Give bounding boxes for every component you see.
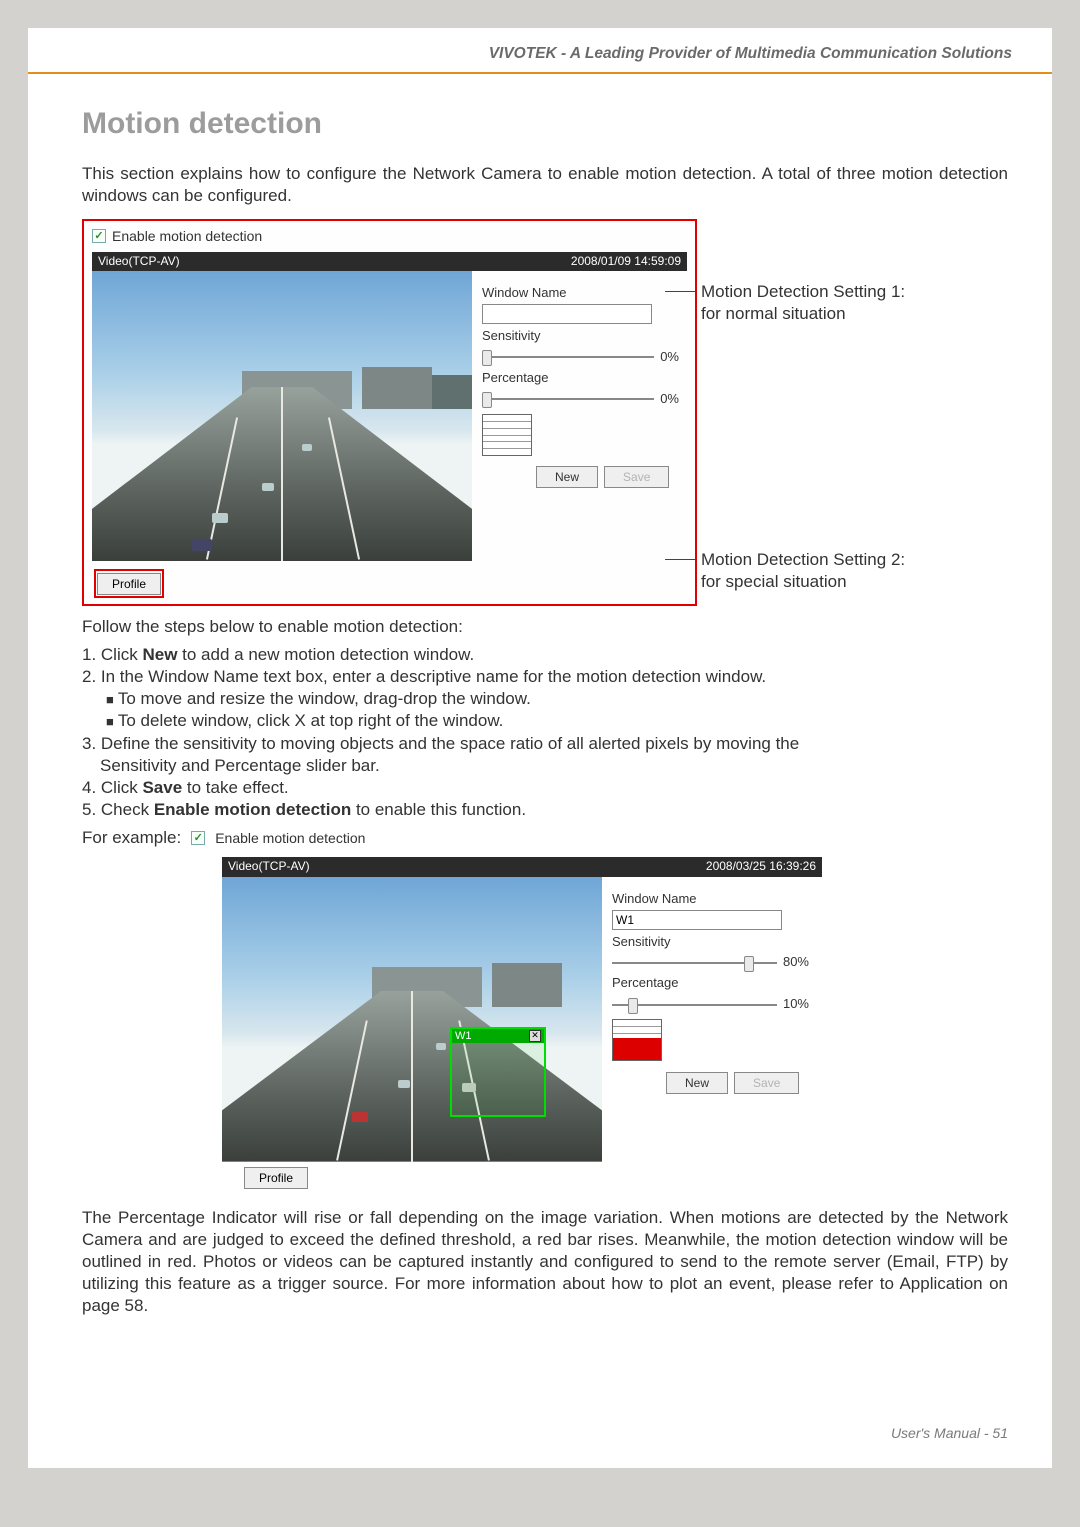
sensitivity-slider[interactable] xyxy=(482,356,654,358)
percentage-indicator-2 xyxy=(612,1019,662,1061)
sensitivity-slider-2[interactable] xyxy=(612,962,777,964)
motion-detection-panel-2: Video(TCP-AV) 2008/03/25 16:39:26 xyxy=(222,857,822,1195)
percentage-value-2: 10% xyxy=(783,996,809,1013)
explanation-paragraph: The Percentage Indicator will rise or fa… xyxy=(82,1207,1008,1317)
step-4: 4. Click Save to take effect. xyxy=(82,777,1008,799)
example-checkbox-label: Enable motion detection xyxy=(215,829,365,847)
sensitivity-label: Sensitivity xyxy=(482,328,679,345)
example-checkbox-icon: ✓ xyxy=(191,831,205,845)
motion-detection-panel-1: ✓ Enable motion detection Video(TCP-AV) … xyxy=(82,219,697,606)
step-3: 3. Define the sensitivity to moving obje… xyxy=(82,733,1008,777)
profile-button[interactable]: Profile xyxy=(97,573,161,595)
intro-paragraph: This section explains how to configure t… xyxy=(82,163,1008,207)
for-example-label: For example: xyxy=(82,827,181,849)
page-footer: User's Manual - 51 xyxy=(891,1424,1008,1442)
step-2: 2. In the Window Name text box, enter a … xyxy=(82,666,1008,688)
md-window[interactable]: W1 ✕ xyxy=(450,1027,546,1117)
video-timestamp-2: 2008/03/25 16:39:26 xyxy=(706,859,816,875)
window-name-label-2: Window Name xyxy=(612,891,809,908)
window-name-label: Window Name xyxy=(482,285,679,302)
video-preview-2[interactable]: W1 ✕ xyxy=(222,877,602,1162)
video-source-label: Video(TCP-AV) xyxy=(98,254,180,270)
window-name-input-2[interactable] xyxy=(612,910,782,930)
enable-md-label: Enable motion detection xyxy=(112,227,262,245)
percentage-label: Percentage xyxy=(482,370,679,387)
step-2b: ■To delete window, click X at top right … xyxy=(106,710,1008,732)
video-title-bar-2: Video(TCP-AV) 2008/03/25 16:39:26 xyxy=(222,857,822,877)
sensitivity-value: 0% xyxy=(660,349,679,366)
percentage-slider-2[interactable] xyxy=(612,1004,777,1006)
video-timestamp: 2008/01/09 14:59:09 xyxy=(571,254,681,270)
sensitivity-value-2: 80% xyxy=(783,954,809,971)
new-button-2[interactable]: New xyxy=(666,1072,728,1094)
percentage-indicator xyxy=(482,414,532,456)
percentage-label-2: Percentage xyxy=(612,975,809,992)
step-1: 1. Click New to add a new motion detecti… xyxy=(82,644,1008,666)
video-title-bar: Video(TCP-AV) 2008/01/09 14:59:09 xyxy=(92,252,687,272)
save-button-2[interactable]: Save xyxy=(734,1072,799,1094)
page-header: VIVOTEK - A Leading Provider of Multimed… xyxy=(28,28,1052,74)
md-window-title: W1 xyxy=(455,1029,472,1043)
red-bar-icon xyxy=(613,1038,661,1060)
profile-button-2[interactable]: Profile xyxy=(244,1167,308,1189)
close-icon[interactable]: ✕ xyxy=(529,1030,541,1042)
step-2a: ■To move and resize the window, drag-dro… xyxy=(106,688,1008,710)
window-name-input[interactable] xyxy=(482,304,652,324)
steps-intro: Follow the steps below to enable motion … xyxy=(82,616,1008,638)
video-preview[interactable] xyxy=(92,271,472,561)
video-source-label-2: Video(TCP-AV) xyxy=(228,859,310,875)
new-button[interactable]: New xyxy=(536,466,598,488)
step-list: 1. Click New to add a new motion detecti… xyxy=(82,644,1008,688)
percentage-value: 0% xyxy=(660,391,679,408)
step-5: 5. Check Enable motion detection to enab… xyxy=(82,799,1008,821)
enable-md-checkbox[interactable]: ✓ xyxy=(92,229,106,243)
percentage-slider[interactable] xyxy=(482,398,654,400)
save-button[interactable]: Save xyxy=(604,466,669,488)
sensitivity-label-2: Sensitivity xyxy=(612,934,809,951)
page-title: Motion detection xyxy=(82,104,1008,143)
